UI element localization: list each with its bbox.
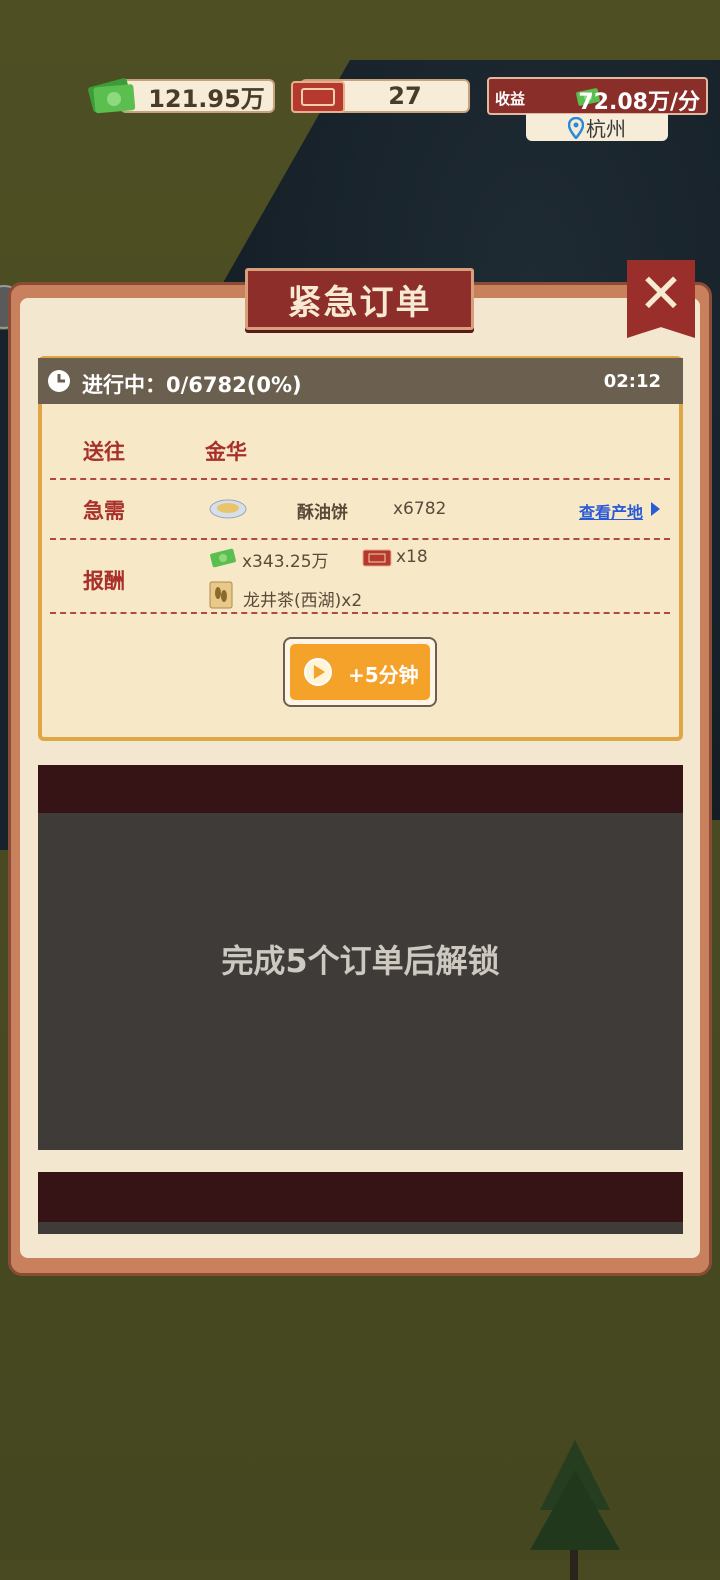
divider	[50, 538, 670, 540]
city-location[interactable]: 杭州	[526, 114, 668, 141]
play-icon	[304, 658, 332, 686]
income-panel: 收益 72.08万/分	[487, 77, 708, 115]
divider	[50, 612, 670, 614]
tea-icon	[209, 581, 233, 609]
next-order-header	[38, 1172, 683, 1222]
close-button[interactable]: ✕	[627, 260, 695, 338]
ticket-icon	[291, 81, 345, 113]
demand-label: 急需	[83, 499, 125, 523]
reward-tickets: x18	[396, 547, 428, 567]
ticket-value: 27	[388, 82, 422, 110]
locked-message: 完成5个订单后解锁	[221, 942, 500, 980]
clock-icon	[48, 370, 70, 392]
chevron-right-icon	[651, 502, 660, 516]
destination-value: 金华	[205, 440, 247, 464]
demand-item-name: 酥油饼	[297, 503, 348, 523]
divider	[50, 478, 670, 480]
order-timer: 02:12	[603, 371, 661, 392]
income-label: 收益	[495, 90, 526, 108]
destination-label: 送往	[83, 440, 125, 464]
money-icon	[88, 78, 136, 114]
reward-money: x343.25万	[242, 552, 329, 572]
reward-item: 龙井茶(西湖)x2	[243, 591, 363, 611]
order-status-bar: 进行中：0/6782(0%) 02:12	[38, 358, 683, 404]
money-counter: 121.95万	[120, 79, 275, 113]
income-value: 72.08万/分	[578, 90, 700, 115]
dialog-title: 紧急订单	[245, 268, 474, 330]
video-button-label: +5分钟	[348, 663, 419, 687]
next-order-body	[38, 1222, 683, 1234]
city-name: 杭州	[586, 117, 626, 141]
locked-panel-header	[38, 765, 683, 813]
order-progress-text: 进行中：0/6782(0%)	[82, 373, 302, 397]
location-pin-icon	[568, 116, 584, 139]
money-value: 121.95万	[148, 84, 265, 113]
tree-icon	[530, 1440, 620, 1580]
money-icon	[210, 548, 236, 568]
watch-video-extend-button[interactable]: +5分钟	[283, 637, 437, 707]
demand-item-quantity: x6782	[393, 499, 447, 519]
close-icon: ✕	[638, 262, 684, 325]
reward-label: 报酬	[83, 569, 125, 593]
view-origin-link[interactable]: 查看产地	[579, 499, 643, 523]
plate-icon	[209, 499, 247, 519]
ticket-icon	[362, 549, 392, 567]
